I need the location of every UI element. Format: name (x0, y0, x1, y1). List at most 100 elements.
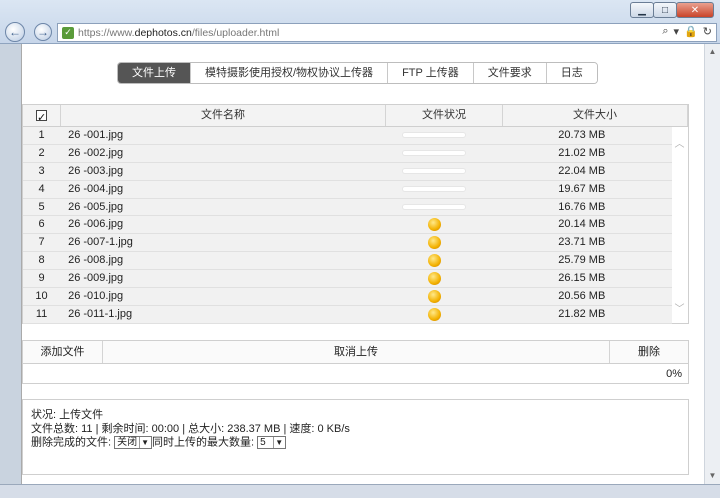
file-status (377, 252, 491, 269)
tab-file-upload[interactable]: 文件上传 (118, 63, 190, 83)
tab-log[interactable]: 日志 (545, 63, 597, 83)
header-file-size: 文件大小 (503, 105, 688, 126)
minimize-button[interactable]: ▁ (630, 2, 654, 18)
pending-status-icon (427, 307, 441, 321)
back-arrow-icon[interactable]: ← (5, 22, 25, 42)
row-number: 5 (38, 200, 45, 213)
file-size: 23.71 MB (558, 236, 606, 249)
max-concurrent-select[interactable]: 5 ▼ (257, 436, 287, 449)
table-row[interactable]: 9 26 -009.jpg 26.15 MB (23, 270, 672, 289)
table-row[interactable]: 3 26 -003.jpg 22.04 MB (23, 162, 672, 181)
file-size: 22.04 MB (558, 164, 606, 177)
options-line: 删除完成的文件: 关闭 ▼ 同时上传的最大数量: 5 ▼ (31, 436, 680, 450)
status-bar (0, 484, 720, 498)
forward-arrow-icon[interactable]: → (34, 23, 52, 41)
pending-status-icon (427, 218, 441, 232)
max-concurrent-label: 同时上传的最大数量: (152, 436, 255, 449)
select-all-checkbox[interactable] (36, 108, 47, 129)
file-name: 26 -002.jpg (68, 146, 124, 159)
table-row[interactable]: 1 26 -001.jpg 20.73 MB (23, 127, 672, 145)
file-size: 16.76 MB (558, 200, 606, 213)
delete-button[interactable]: 删除 (610, 341, 688, 363)
table-row[interactable]: 10 26 -010.jpg 20.56 MB (23, 288, 672, 306)
upload-progress-bar (403, 187, 466, 192)
delete-completed-select[interactable]: 关闭 ▼ (114, 436, 153, 449)
table-row[interactable]: 7 26 -007-1.jpg 23.71 MB (23, 234, 672, 253)
file-size: 21.02 MB (558, 146, 606, 159)
upload-progress-bar (403, 205, 466, 209)
header-file-status: 文件状况 (386, 105, 503, 126)
browser-chrome: ▁ □ ✕ ← → ✓ https://www.dephotos.cn/file… (0, 0, 720, 44)
row-number: 4 (38, 182, 45, 195)
file-table: 文件名称 文件状况 文件大小 1 26 -001.jpg 20.73 MB 2 26 -… (22, 104, 689, 324)
file-name: 26 -004.jpg (68, 182, 124, 195)
upload-progress-bar (403, 151, 466, 156)
maximize-button[interactable]: □ (653, 2, 677, 18)
file-size: 21.82 MB (558, 307, 606, 320)
file-name: 26 -001.jpg (68, 129, 124, 141)
lock-icon: 🔒 (684, 26, 698, 38)
file-name: 26 -005.jpg (68, 200, 124, 213)
file-status (377, 163, 491, 180)
header-file-name: 文件名称 (61, 105, 386, 126)
file-name: 26 -008.jpg (68, 254, 124, 267)
table-row[interactable]: 5 26 -005.jpg 16.76 MB (23, 198, 672, 217)
scroll-up-icon[interactable]: ︿ (671, 135, 688, 150)
row-number: 7 (38, 236, 45, 249)
scroll-down-icon[interactable]: ﹀ (671, 300, 688, 315)
window-controls: ▁ □ ✕ (630, 2, 714, 18)
chevron-down-icon: ▼ (139, 437, 150, 448)
file-name: 26 -009.jpg (68, 272, 124, 285)
file-status (377, 306, 491, 323)
tab-file-requirements[interactable]: 文件要求 (472, 63, 546, 83)
file-status (377, 181, 491, 198)
add-files-button[interactable]: 添加文件 (23, 341, 103, 363)
table-scrollbar[interactable]: ︿ ﹀ (671, 127, 688, 323)
cancel-upload-button[interactable]: 取消上传 (103, 341, 610, 363)
tab-bar: 文件上传 模特摄影使用授权/物权协议上传器 FTP 上传器 文件要求 日志 (117, 62, 598, 84)
refresh-icon[interactable]: ↻ (703, 25, 712, 38)
page-content: 文件上传 模特摄影使用授权/物权协议上传器 FTP 上传器 文件要求 日志 文件… (21, 44, 704, 484)
delete-completed-label: 删除完成的文件: (31, 436, 112, 449)
file-size: 20.14 MB (558, 218, 606, 231)
search-icon[interactable]: ⌕ (662, 25, 668, 38)
table-row[interactable]: 4 26 -004.jpg 19.67 MB (23, 180, 672, 199)
tab-ftp-uploader[interactable]: FTP 上传器 (387, 63, 473, 83)
table-row[interactable]: 6 26 -006.jpg 20.14 MB (23, 216, 672, 235)
file-size: 19.67 MB (558, 182, 606, 195)
summary-line: 文件总数: 11 | 剩余时间: 00:00 | 总大小: 238.37 MB … (31, 422, 350, 435)
address-bar[interactable]: ✓ https://www.dephotos.cn/files/uploader… (57, 23, 717, 42)
file-size: 25.79 MB (558, 254, 606, 267)
file-status (377, 216, 491, 233)
scroll-up-icon[interactable]: ▲ (705, 44, 720, 60)
file-name: 26 -003.jpg (68, 164, 124, 177)
pending-status-icon (427, 272, 441, 286)
row-number: 6 (38, 218, 45, 231)
file-status (377, 288, 491, 305)
file-size: 20.56 MB (558, 290, 606, 303)
row-number: 10 (35, 290, 48, 303)
file-size: 20.73 MB (558, 129, 606, 141)
table-row[interactable]: 11 26 -011-1.jpg 21.82 MB (23, 305, 672, 324)
dropdown-chevron-icon[interactable]: ▾ (674, 25, 680, 38)
file-status (377, 270, 491, 287)
status-panel: 状况: 上传文件 文件总数: 11 | 剩余时间: 00:00 | 总大小: 2… (22, 399, 689, 475)
pending-status-icon (427, 254, 441, 268)
upload-progress-bar (403, 169, 466, 174)
row-number: 8 (38, 254, 45, 267)
table-row[interactable]: 2 26 -002.jpg 21.02 MB (23, 144, 672, 163)
page-scrollbar[interactable]: ▲ ▼ (704, 44, 720, 484)
chevron-down-icon: ▼ (273, 437, 284, 448)
file-name: 26 -006.jpg (68, 218, 124, 231)
file-name: 26 -011-1.jpg (68, 307, 133, 320)
action-bar: 添加文件 取消上传 删除 (22, 340, 689, 364)
row-number: 2 (38, 146, 45, 159)
table-row[interactable]: 8 26 -008.jpg 25.79 MB (23, 252, 672, 271)
table-header: 文件名称 文件状况 文件大小 (23, 105, 688, 129)
file-status (377, 234, 491, 251)
scroll-down-icon[interactable]: ▼ (705, 468, 720, 484)
file-name: 26 -010.jpg (68, 290, 124, 303)
tab-release-uploader[interactable]: 模特摄影使用授权/物权协议上传器 (190, 63, 388, 83)
close-button[interactable]: ✕ (676, 2, 714, 18)
upload-progress-text: 0% (22, 364, 689, 384)
